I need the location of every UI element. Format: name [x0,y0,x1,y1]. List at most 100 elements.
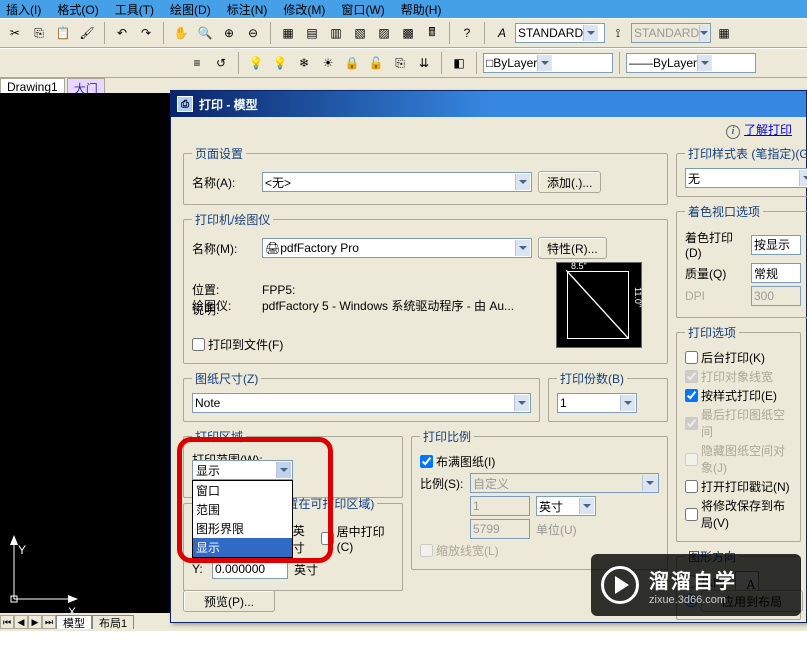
offset-y-label: Y: [192,562,206,576]
matchprop-icon[interactable]: 🖌 [76,22,98,44]
preview-button[interactable]: 预览(P)... [183,590,275,612]
dimstyle-icon[interactable]: ⟟ [607,22,629,44]
watermark-title: 溜溜自学 [649,565,737,594]
shade-plot-label: 着色打印(D) [685,229,745,260]
light-off-icon[interactable]: 💡 [269,52,291,74]
page-name-select[interactable]: <无> [262,172,532,192]
quality-select[interactable]: 常规 [751,263,801,283]
opt-plotstamp-checkbox[interactable]: 打开打印戳记(N) [685,478,792,495]
tab-nav-last-icon[interactable]: ⏭ [42,615,56,629]
pan-icon[interactable]: ✋ [170,22,192,44]
markup-icon[interactable]: ▨ [373,22,395,44]
tablestyle-icon[interactable]: ▦ [713,22,735,44]
thaw-icon[interactable]: ☀ [317,52,339,74]
layout-tab-model[interactable]: 模型 [56,615,92,629]
layout-tab-layout1[interactable]: 布局1 [92,615,134,629]
textstyle-icon[interactable]: A [491,22,513,44]
calc-icon[interactable]: 🖩 [421,22,443,44]
redo-icon[interactable]: ↷ [135,22,157,44]
cut-icon[interactable]: ✂ [4,22,26,44]
plot-range-input[interactable]: 显示 [192,460,293,480]
layer-prev-icon[interactable]: ↺ [210,52,232,74]
designcenter-icon[interactable]: ▤ [301,22,323,44]
toolpalette-icon[interactable]: ▥ [325,22,347,44]
where-label: 位置: [192,281,256,298]
menu-dimension[interactable]: 标注(N) [227,1,268,18]
shade-plot-select[interactable]: 按显示 [751,235,801,255]
printer-name-label: 名称(M): [192,240,256,257]
layer-merge-icon[interactable]: ⇊ [413,52,435,74]
plot-style-select[interactable]: 无 [685,168,807,188]
page-name-label: 名称(A): [192,174,256,191]
scale-unit2-label: 单位(U) [536,521,577,538]
tab-nav-first-icon[interactable]: ⏮ [0,615,14,629]
printer-group: 打印机/绘图仪 名称(M): 🖨 pdfFactory Pro 特性(R)...… [183,211,668,364]
undo-icon[interactable]: ↶ [111,22,133,44]
plot-options-legend: 打印选项 [685,324,739,341]
copies-spinner[interactable]: 1 [557,393,637,413]
shaded-viewport-group: 着色视口选项 着色打印(D)按显示 质量(Q)常规 DPI300 [676,203,807,318]
color-swatch-icon[interactable]: ◧ [448,52,470,74]
layer-copy-icon[interactable]: ⎘ [389,52,411,74]
dialog-title-icon: ⎙ [177,96,193,112]
properties-icon[interactable]: ▦ [277,22,299,44]
copy-icon[interactable]: ⎘ [28,22,50,44]
plot-range-opt-display[interactable]: 显示 [193,538,292,557]
menu-window[interactable]: 窗口(W) [341,1,384,18]
menu-insert[interactable]: 插入(I) [6,1,41,18]
layer-manager-icon[interactable]: ≡ [186,52,208,74]
main-menu-bar: 插入(I) 格式(O) 工具(T) 绘图(D) 标注(N) 修改(M) 窗口(W… [0,0,807,18]
unlock-icon[interactable]: 🔓 [365,52,387,74]
freeze-icon[interactable]: ❄ [293,52,315,74]
zoom-prev-icon[interactable]: ⊖ [242,22,264,44]
opt-paperspace-checkbox: 最后打印图纸空间 [685,406,792,440]
zoom-window-icon[interactable]: ⊕ [218,22,240,44]
linetype-select[interactable]: —— ByLayer [626,53,756,73]
fit-to-paper-checkbox[interactable]: 布满图纸(I) [420,453,659,470]
menu-help[interactable]: 帮助(H) [401,1,442,18]
center-plot-checkbox[interactable]: 居中打印(C) [321,523,394,554]
page-setup-group: 页面设置 名称(A): <无> 添加(.)... [183,145,668,205]
dialog-title: 打印 - 模型 [199,96,258,113]
copies-legend: 打印份数(B) [557,370,627,387]
menu-modify[interactable]: 修改(M) [283,1,325,18]
color-select[interactable]: □ ByLayer [483,53,613,73]
paste-icon[interactable]: 📋 [52,22,74,44]
plot-range-opt-limits[interactable]: 图形界限 [193,519,292,538]
scale-select: 自定义 [470,473,659,493]
tab-nav-prev-icon[interactable]: ◀ [14,615,28,629]
drawing-viewport[interactable]: Y X [0,93,170,613]
printer-properties-button[interactable]: 特性(R)... [538,237,607,259]
scale-unit1-input: 1 [470,496,530,516]
paper-size-group: 图纸尺寸(Z) Note [183,370,540,422]
opt-savechanges-checkbox[interactable]: 将修改保存到布局(V) [685,497,792,531]
learn-print-link[interactable]: i了解打印 [726,121,792,139]
sheetset-icon[interactable]: ▧ [349,22,371,44]
quickcalc-icon[interactable]: ▩ [397,22,419,44]
dimstyle-select[interactable]: STANDARD [631,23,711,43]
lock-icon[interactable]: 🔒 [341,52,363,74]
plot-range-combo[interactable]: 显示 窗口 范围 图形界限 显示 [192,460,293,558]
menu-format[interactable]: 格式(O) [57,1,98,18]
scale-unit1-select[interactable]: 英寸 [536,496,596,516]
offset-y-input[interactable]: 0.000000 [212,559,288,579]
plot-scale-group: 打印比例 布满图纸(I) 比例(S): 自定义 1 英寸 5799 单位( [411,428,668,570]
opt-background-checkbox[interactable]: 后台打印(K) [685,349,792,366]
textstyle-select[interactable]: STANDARD [515,23,605,43]
zoom-realtime-icon[interactable]: 🔍 [194,22,216,44]
menu-draw[interactable]: 绘图(D) [170,1,211,18]
plot-range-opt-window[interactable]: 窗口 [193,481,292,500]
offset-x-unit: 英寸 [293,522,315,556]
menu-tools[interactable]: 工具(T) [115,1,154,18]
opt-plotbystyle-checkbox[interactable]: 按样式打印(E) [685,387,792,404]
add-page-setup-button[interactable]: 添加(.)... [538,171,601,193]
tab-nav-next-icon[interactable]: ▶ [28,615,42,629]
dialog-titlebar[interactable]: ⎙ 打印 - 模型 [171,91,806,117]
dpi-label: DPI [685,289,745,303]
paper-size-select[interactable]: Note [192,393,531,413]
printer-name-select[interactable]: 🖨 pdfFactory Pro [262,238,532,258]
opt-lineweight-checkbox: 打印对象线宽 [685,368,792,385]
help-icon[interactable]: ? [456,22,478,44]
plot-range-opt-extents[interactable]: 范围 [193,500,292,519]
light-on-icon[interactable]: 💡 [245,52,267,74]
